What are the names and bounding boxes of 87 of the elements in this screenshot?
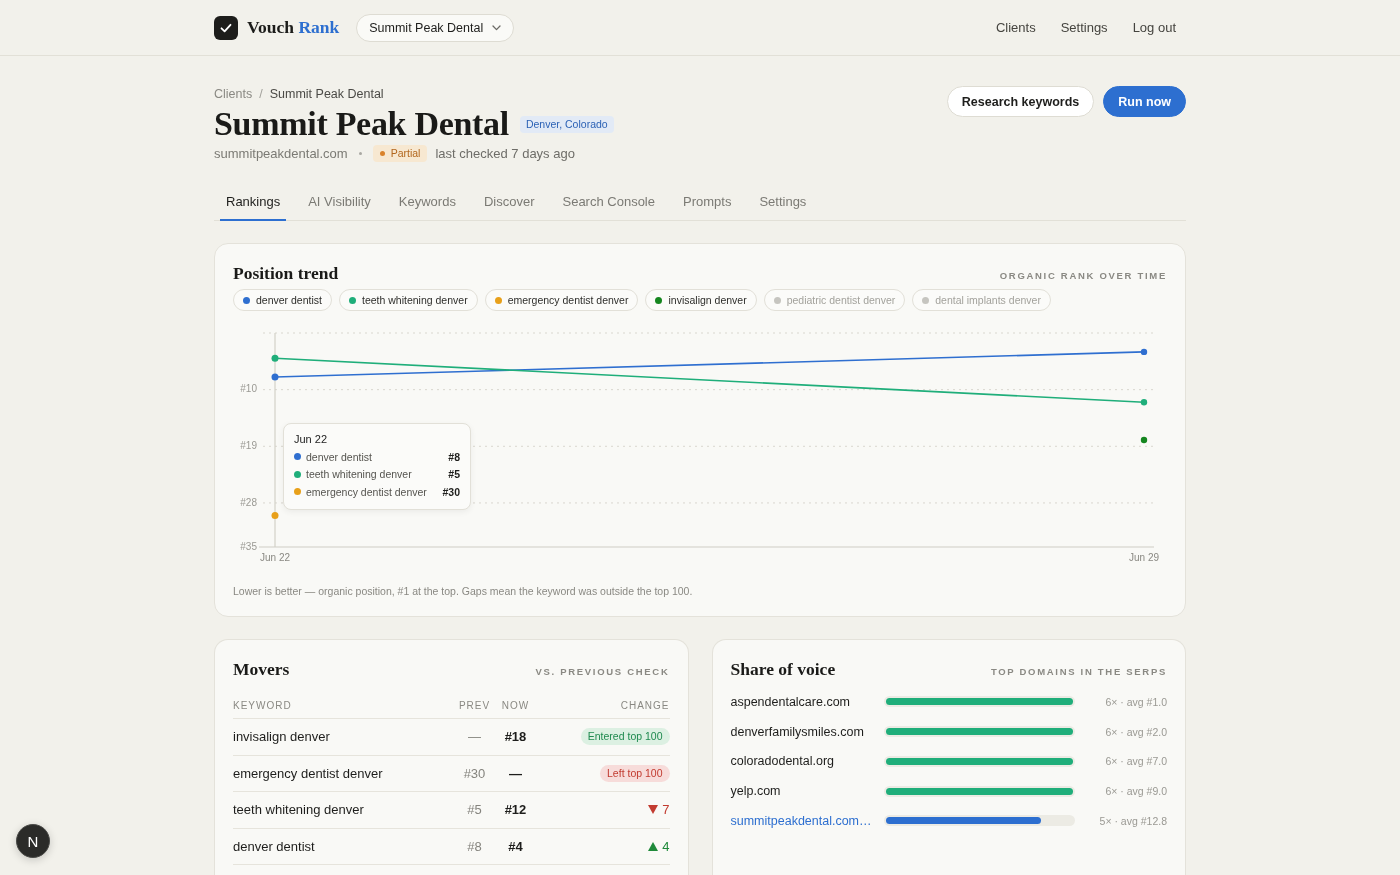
domain-name: coloradodental.org (730, 754, 836, 769)
data-point (1140, 436, 1148, 444)
y-axis-label: #35 (240, 540, 257, 552)
share-reading: 6× · avg #7.0 (1104, 755, 1167, 768)
breadcrumb-separator: / (259, 86, 263, 102)
now-rank: #12 (503, 802, 528, 818)
tab[interactable]: Keywords (392, 186, 462, 221)
change-badge: Entered top 100 (580, 728, 670, 746)
status-badge: Partial (372, 144, 428, 162)
now-rank: — (508, 765, 523, 781)
last-checked: last checked 7 days ago (435, 145, 575, 161)
check-logo-icon (214, 15, 238, 40)
card-subtitle: VS. PREVIOUS CHECK (535, 665, 670, 677)
tab[interactable]: Search Console (556, 186, 661, 221)
chart-note: Lower is better — organic position, #1 at the top. Gaps mean the keyword was outside the top 100. (233, 584, 694, 598)
prev-rank: #5 (466, 802, 483, 818)
domain-name: summitpeakdental.com… (730, 813, 873, 828)
prev-rank: — (467, 729, 482, 745)
breadcrumb-current: Summit Peak Dental (269, 86, 384, 102)
legend-item[interactable]: denver dentist (233, 289, 332, 311)
card-subtitle: ORGANIC RANK OVER TIME (999, 269, 1167, 281)
nav-link[interactable]: Log out (1122, 14, 1186, 41)
change-value: 7 (662, 802, 670, 818)
keyword-cell-text: teeth whitening denver (233, 802, 365, 818)
now-rank: #18 (503, 729, 528, 745)
legend-item[interactable]: invisalign denver (645, 289, 757, 311)
change-value: 4 (662, 838, 670, 854)
card-title: Share of voice (730, 659, 836, 679)
research-button[interactable]: Research keywords (946, 86, 1095, 117)
share-reading: 6× · avg #2.0 (1104, 725, 1167, 738)
domain-name: yelp.com (730, 784, 782, 799)
chevron-down-icon (492, 24, 502, 31)
tab[interactable]: Prompts (677, 186, 738, 221)
run-button[interactable]: Run now (1103, 86, 1186, 117)
dev-tools-button[interactable]: N (16, 824, 50, 858)
now-rank: #4 (507, 838, 524, 854)
tooltip-label: teeth whitening denver (306, 468, 413, 481)
tab[interactable]: Rankings (220, 186, 287, 221)
tab[interactable]: AI Visibility (302, 186, 377, 221)
x-axis-label: Jun 22 (260, 551, 290, 563)
prev-rank: #30 (462, 765, 487, 781)
tooltip-value: #30 (442, 485, 460, 498)
legend-item[interactable]: emergency dentist denver (484, 289, 639, 311)
keyword-cell-text: emergency dentist denver (233, 765, 384, 781)
triangle-up-icon (648, 841, 659, 851)
column-header: KEYWORD (233, 700, 293, 711)
card-subtitle: TOP DOMAINS IN THE SERPS (990, 665, 1167, 677)
column-header: CHANGE (619, 700, 670, 711)
data-point (271, 373, 279, 381)
page-title: Summit Peak Dental (214, 104, 509, 144)
card-title: Movers (233, 659, 290, 679)
tooltip-value: #8 (448, 450, 460, 463)
card-title: Position trend (233, 263, 339, 283)
keyword-cell-text: denver dentist (233, 838, 316, 854)
legend-item[interactable]: teeth whitening denver (338, 289, 478, 311)
location-tag: Denver, Colorado (519, 115, 614, 133)
share-reading: 6× · avg #1.0 (1104, 695, 1167, 708)
keyword-cell-text: invisalign denver (233, 729, 331, 745)
domain-name: denverfamilysmiles.com (730, 724, 865, 739)
data-point (1140, 399, 1148, 406)
share-reading: 5× · avg #12.8 (1098, 814, 1167, 827)
tooltip-label: emergency dentist denver (306, 485, 428, 498)
nav-link[interactable]: Settings (1050, 14, 1118, 41)
status-dot-icon (379, 150, 385, 156)
data-point (1140, 348, 1148, 356)
tab[interactable]: Settings (753, 186, 813, 221)
y-axis-label: #28 (240, 496, 257, 508)
share-reading: 6× · avg #9.0 (1104, 785, 1167, 798)
y-axis-label: #19 (240, 439, 257, 451)
y-axis-label: #10 (240, 383, 257, 395)
triangle-down-icon (648, 805, 659, 815)
tooltip-date: Jun 22 (294, 432, 329, 446)
client-switcher[interactable]: Summit Peak Dental (356, 13, 515, 42)
data-point (271, 354, 279, 362)
prev-rank: #8 (466, 838, 483, 854)
data-point (271, 512, 279, 520)
nav-link[interactable]: Clients (985, 14, 1046, 41)
tooltip-value: #5 (448, 468, 460, 481)
x-axis-label: Jun 29 (1129, 551, 1159, 563)
column-header: PREV (457, 700, 492, 711)
column-header: NOW (500, 700, 531, 711)
domain-name: aspendentalcare.com (730, 694, 852, 709)
tab[interactable]: Discover (477, 186, 541, 221)
tooltip-label: denver dentist (306, 450, 373, 463)
change-badge: Left top 100 (600, 764, 670, 782)
client-domain: summitpeakdental.com (214, 145, 348, 161)
brand-name: Vouch Rank (247, 17, 340, 38)
